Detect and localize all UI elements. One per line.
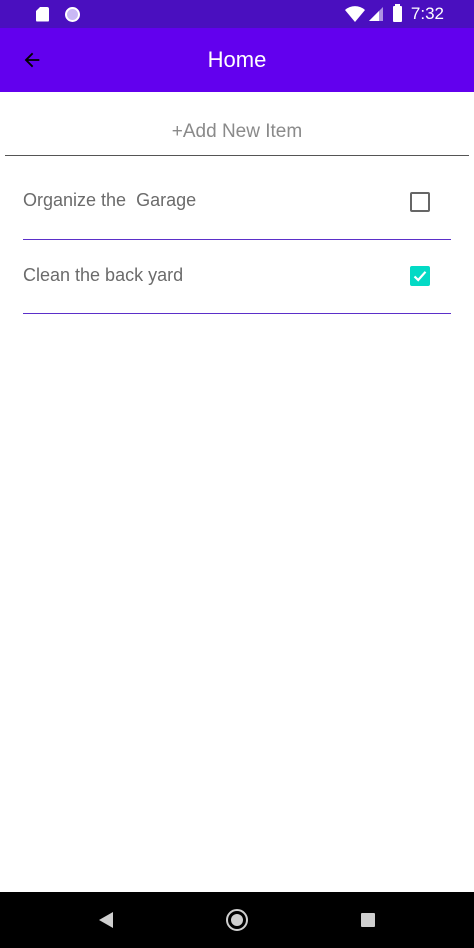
add-new-item-label: +Add New Item xyxy=(171,120,303,142)
status-bar-right: 7:32 xyxy=(344,4,444,24)
page-title: Home xyxy=(207,47,267,72)
status-time: 7:32 xyxy=(410,4,444,23)
todo-item-label: Organize the Garage xyxy=(23,190,197,210)
status-bar: 7:32 xyxy=(0,0,474,28)
todo-checkbox-unchecked[interactable] xyxy=(410,192,430,212)
nav-back-icon[interactable] xyxy=(99,912,113,928)
circle-notification-icon xyxy=(65,6,80,22)
status-bar-left xyxy=(36,6,80,22)
nav-recents-icon[interactable] xyxy=(361,913,375,927)
cell-signal-icon xyxy=(368,7,383,21)
todo-item-organize-garage[interactable]: Organize the Garage xyxy=(23,166,451,240)
battery-icon xyxy=(392,4,402,22)
todo-item-clean-back-yard[interactable]: Clean the back yard xyxy=(23,240,451,314)
add-new-item-input[interactable]: +Add New Item xyxy=(5,108,469,156)
system-nav-bar xyxy=(0,892,474,948)
app-bar: Home xyxy=(0,28,474,92)
todo-checkbox-checked[interactable] xyxy=(410,266,430,286)
todo-item-label: Clean the back yard xyxy=(23,265,184,285)
nav-home-icon[interactable] xyxy=(226,909,248,931)
sd-card-icon xyxy=(36,6,49,22)
wifi-icon xyxy=(344,6,365,22)
checkmark-icon xyxy=(413,271,427,282)
screen: 7:32 Home +Add New Item Organize the Gar… xyxy=(0,0,474,948)
